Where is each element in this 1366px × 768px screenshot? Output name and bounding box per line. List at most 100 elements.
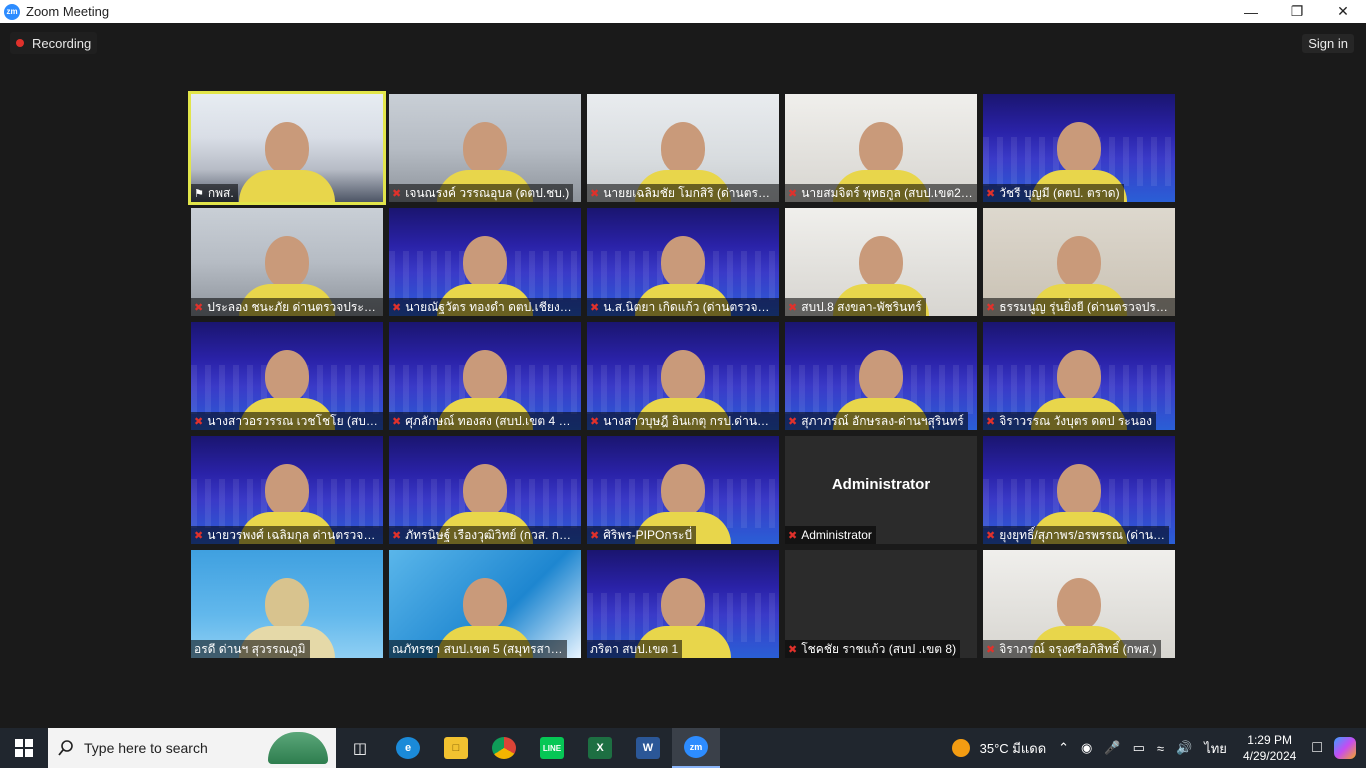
word-icon[interactable]: W <box>624 728 672 768</box>
muted-mic-icon: ✖ <box>590 415 600 428</box>
weather-text[interactable]: 35°C มีแดด <box>980 738 1047 759</box>
line-icon[interactable]: LINE <box>528 728 576 768</box>
window-title: Zoom Meeting <box>26 4 110 19</box>
muted-mic-icon: ✖ <box>590 301 600 314</box>
participant-tile[interactable]: ✖ นายณัฐวัตร ทองดำ ดตป.เชียงใหม่ <box>389 208 581 316</box>
participant-tile[interactable]: ✖ นายสมจิตร์ พุทธกูล (สบป.เขต2(… <box>785 94 977 202</box>
participant-tile[interactable]: ✖ สุภาภรณ์ อักษรลง-ด่านฯสุรินทร์ <box>785 322 977 430</box>
participant-tile[interactable]: ✖ ศิริพร-PIPOกระบี่ <box>587 436 779 544</box>
muted-mic-icon: ✖ <box>986 187 996 200</box>
participant-name-tag: ✖ นายณัฐวัตร ทองดำ ดตป.เชียงใหม่ <box>389 298 581 316</box>
muted-mic-icon: ✖ <box>788 529 798 542</box>
participant-name-tag: ✖ นายวรพงศ์ เฉลิมกุล ด่านตรวจป… <box>191 526 383 544</box>
muted-mic-icon: ✖ <box>986 415 996 428</box>
recording-indicator[interactable]: Recording <box>10 32 98 54</box>
clock-time: 1:29 PM <box>1247 733 1292 747</box>
participant-name: ศุภลักษณ์ ทองสง (สบป.เขต 4 ส… <box>405 413 577 428</box>
microphone-icon[interactable]: 🎤 <box>1104 740 1120 756</box>
notification-icon[interactable]: □ <box>1312 739 1322 757</box>
start-button[interactable] <box>0 728 48 768</box>
participant-tile[interactable]: ✖ ภัทรนิษฐ์ เรืองวุฒิวิทย์ (กวส. กร… <box>389 436 581 544</box>
clock[interactable]: 1:29 PM 4/29/2024 <box>1243 732 1296 764</box>
muted-mic-icon: ✖ <box>986 643 996 656</box>
participant-tile[interactable]: ✖ นางสาวอรวรรณ เวชโชโย (สบป … <box>191 322 383 430</box>
chevron-up-icon[interactable]: ⌃ <box>1058 740 1069 756</box>
participant-tile[interactable]: Administrator ✖ Administrator <box>785 436 977 544</box>
signin-button[interactable]: Sign in <box>1302 34 1354 53</box>
file-explorer-icon[interactable]: □ <box>432 728 480 768</box>
participant-name: ภัทรนิษฐ์ เรืองวุฒิวิทย์ (กวส. กร… <box>405 527 577 542</box>
participant-name-tag: ภริตา สบป.เขต 1 <box>587 640 683 658</box>
participant-name-tag: ✖ ธรรมนูญ รุ่นยิ่งยี (ด่านตรวจประ… <box>983 298 1175 316</box>
participant-tile[interactable]: ⚑ กพส. <box>188 91 386 205</box>
participant-display-name: Administrator <box>831 476 931 493</box>
participant-name: ธรรมนูญ รุ่นยิ่งยี (ด่านตรวจประ… <box>999 299 1171 314</box>
participant-tile[interactable]: ณภัทรชา สบป.เขต 5 (สมุทรสา… <box>389 550 581 658</box>
window-controls: — ❐ ✕ <box>1228 0 1366 23</box>
participant-name: เจนณรงค์ วรรณอุบล (ดตป.ชบ.) <box>405 185 570 200</box>
participant-tile[interactable]: ✖ นายวรพงศ์ เฉลิมกุล ด่านตรวจป… <box>191 436 383 544</box>
participant-tile[interactable]: ✖ นางสาวบุษฎี อินเกตุ กรป.ด่านตร… <box>587 322 779 430</box>
participant-name: กพส. <box>207 185 234 200</box>
participant-name: นายณัฐวัตร ทองดำ ดตป.เชียงใหม่ <box>405 299 577 314</box>
participant-name: นายสมจิตร์ พุทธกูล (สบป.เขต2(… <box>801 185 973 200</box>
chrome-icon[interactable] <box>480 728 528 768</box>
language-indicator[interactable]: ไทย <box>1204 738 1227 759</box>
muted-mic-icon: ✖ <box>590 187 600 200</box>
muted-mic-icon: ✖ <box>986 301 996 314</box>
participant-tile[interactable]: ✖ โชคชัย ราชแก้ว (สบป .เขต 8) <box>785 550 977 658</box>
participant-tile[interactable]: ✖ จิราภรณ์ จรุงศรีอภิสิทธิ์ (กพส.) <box>983 550 1175 658</box>
muted-mic-icon: ✖ <box>590 529 600 542</box>
volume-icon[interactable]: 🔊 <box>1176 740 1192 756</box>
participant-name-tag: ณภัทรชา สบป.เขต 5 (สมุทรสา… <box>389 640 567 658</box>
close-button[interactable]: ✕ <box>1320 0 1366 23</box>
muted-mic-icon: ✖ <box>788 187 798 200</box>
search-highlight-icon <box>268 732 328 764</box>
meet-now-icon[interactable]: ◉ <box>1081 740 1092 756</box>
participant-tile[interactable]: ✖ ยุงยุทธิ์/สุภาพร/อรพรรณ (ด่าน… <box>983 436 1175 544</box>
copilot-icon[interactable] <box>1334 737 1356 759</box>
participant-name-tag: ✖ ศิริพร-PIPOกระบี่ <box>587 526 697 544</box>
zoom-logo-icon: zm <box>4 3 20 20</box>
participant-tile[interactable]: อรดี ด่านฯ สุวรรณภูมิ <box>191 550 383 658</box>
weather-icon <box>951 739 970 757</box>
participant-tile[interactable]: ✖ นายยเฉลิมชัย โมกสิริ (ด่านตรว… <box>587 94 779 202</box>
meeting-area: Recording Sign in ⚑ กพส. ✖ เจนณรงค์ วรรณอุบ… <box>0 23 1366 728</box>
zoom-taskbar-icon[interactable]: zm <box>672 728 720 768</box>
muted-mic-icon: ✖ <box>392 529 402 542</box>
recording-dot-icon <box>16 39 24 47</box>
participant-name-tag: ✖ เจนณรงค์ วรรณอุบล (ดตป.ชบ.) <box>389 184 574 202</box>
participant-tile[interactable]: ✖ สบป.8 สงขลา-พัชรินทร์ <box>785 208 977 316</box>
muted-mic-icon: ✖ <box>392 415 402 428</box>
taskbar-search[interactable]: Type here to search <box>48 728 336 768</box>
excel-icon[interactable]: X <box>576 728 624 768</box>
participant-tile[interactable]: ✖ ประลอง ชนะภัย ด่านตรวจประมง… <box>191 208 383 316</box>
muted-mic-icon: ✖ <box>392 187 402 200</box>
participant-name-tag: ✖ น.ส.นิตยา เกิดแก้ว (ด่านตรวจปร… <box>587 298 779 316</box>
minimize-button[interactable]: — <box>1228 0 1274 23</box>
muted-mic-icon: ✖ <box>788 643 798 656</box>
edge-icon[interactable]: e <box>384 728 432 768</box>
wifi-icon[interactable]: ≈ <box>1157 741 1164 756</box>
participant-name: น.ส.นิตยา เกิดแก้ว (ด่านตรวจปร… <box>603 299 775 314</box>
participant-tile[interactable]: ✖ น.ส.นิตยา เกิดแก้ว (ด่านตรวจปร… <box>587 208 779 316</box>
task-view-icon[interactable]: ◫ <box>336 728 384 768</box>
participant-name-tag: ✖ จิราวรรณ วังบุตร ดตป ระนอง <box>983 412 1157 430</box>
participant-name-tag: ✖ นายยเฉลิมชัย โมกสิริ (ด่านตรว… <box>587 184 779 202</box>
participant-tile[interactable]: ✖ จิราวรรณ วังบุตร ดตป ระนอง <box>983 322 1175 430</box>
search-placeholder: Type here to search <box>84 740 208 756</box>
restore-button[interactable]: ❐ <box>1274 0 1320 23</box>
participant-name: ณภัทรชา สบป.เขต 5 (สมุทรสา… <box>392 641 563 656</box>
participant-tile[interactable]: ✖ ศุภลักษณ์ ทองสง (สบป.เขต 4 ส… <box>389 322 581 430</box>
muted-mic-icon: ✖ <box>194 301 204 314</box>
participant-name-tag: ✖ นายสมจิตร์ พุทธกูล (สบป.เขต2(… <box>785 184 977 202</box>
participant-name-tag: ✖ นางสาวอรวรรณ เวชโชโย (สบป … <box>191 412 383 430</box>
participant-name-tag: ✖ ยุงยุทธิ์/สุภาพร/อรพรรณ (ด่าน… <box>983 526 1170 544</box>
battery-icon[interactable]: ▭ <box>1133 740 1145 756</box>
participant-tile[interactable]: ✖ ธรรมนูญ รุ่นยิ่งยี (ด่านตรวจประ… <box>983 208 1175 316</box>
participant-name-tag: ✖ สุภาภรณ์ อักษรลง-ด่านฯสุรินทร์ <box>785 412 968 430</box>
participant-tile[interactable]: ✖ วัชรี บุญมี (ดตป. ตราด) <box>983 94 1175 202</box>
participant-tile[interactable]: ✖ เจนณรงค์ วรรณอุบล (ดตป.ชบ.) <box>389 94 581 202</box>
muted-mic-icon: ✖ <box>788 415 798 428</box>
participant-tile[interactable]: ภริตา สบป.เขต 1 <box>587 550 779 658</box>
